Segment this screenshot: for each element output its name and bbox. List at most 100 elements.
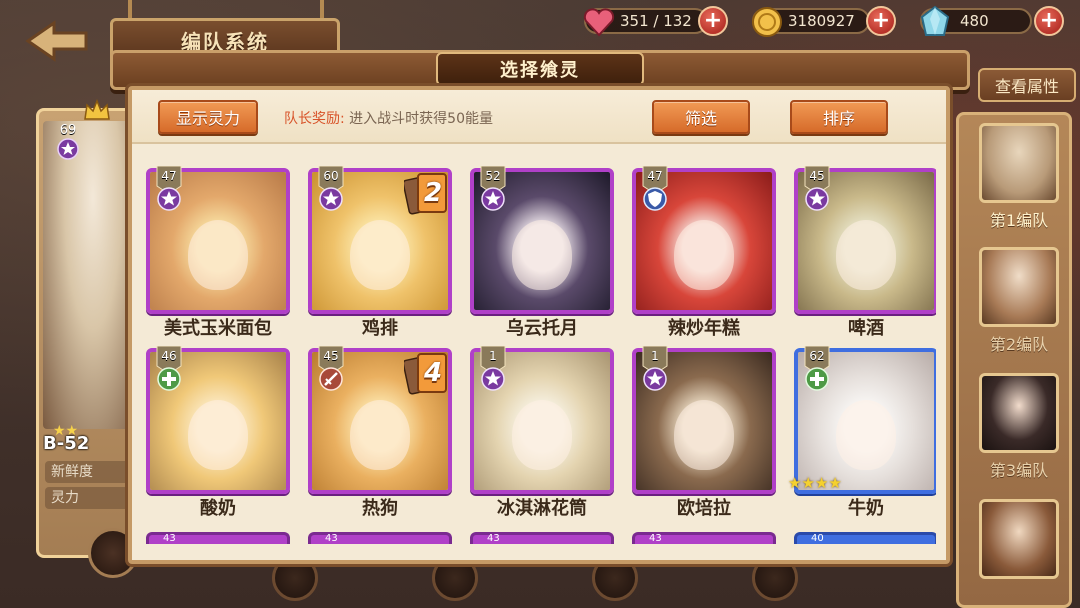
team-2-portrait[interactable] xyxy=(979,247,1059,327)
modal-title-plate: 选择飨灵 xyxy=(436,52,644,86)
crown-icon xyxy=(84,99,110,120)
character-level: 62 xyxy=(809,349,825,363)
portrait-face xyxy=(350,220,410,290)
character-level: 45 xyxy=(323,349,339,363)
star-element-icon xyxy=(481,187,505,211)
character-card-partial[interactable]: 43 xyxy=(632,532,776,544)
character-card-partial[interactable]: 43 xyxy=(470,532,614,544)
portrait-face xyxy=(674,220,734,290)
character-card[interactable]: 62 ★★★★ 牛奶 xyxy=(788,346,936,519)
sort-button[interactable]: 排序 xyxy=(790,100,888,134)
team-2-label[interactable]: 第2编队 xyxy=(979,331,1059,355)
add-gold-button[interactable]: + xyxy=(866,6,896,36)
character-name: 欧培拉 xyxy=(677,498,731,519)
character-level: 52 xyxy=(485,169,501,183)
character-level: 43 xyxy=(325,533,338,544)
team-4-portrait[interactable] xyxy=(979,499,1059,579)
character-name: 酸奶 xyxy=(200,498,236,519)
level-badge: 52 xyxy=(480,166,506,211)
character-level: 1 xyxy=(489,349,497,363)
show-power-label: 显示灵力 xyxy=(175,109,240,128)
character-name: 牛奶 xyxy=(848,498,884,519)
level-badge: 47 xyxy=(156,166,182,211)
level-badge: 1 xyxy=(480,346,506,391)
view-attributes-button[interactable]: 查看属性 xyxy=(978,68,1076,102)
modal-toolbar: 显示灵力 队长奖励: 进入战斗时获得50能量 筛选 排序 xyxy=(132,90,946,144)
character-card[interactable]: 52 乌云托月 xyxy=(470,166,614,339)
character-card-partial[interactable]: 40 xyxy=(794,532,936,544)
character-name: 热狗 xyxy=(362,498,398,519)
leader-level-badge: 69 xyxy=(53,123,83,163)
star-element-icon xyxy=(643,367,667,391)
character-level: 46 xyxy=(161,349,177,363)
portrait-face xyxy=(350,400,410,470)
add-gem-button[interactable]: + xyxy=(1034,6,1064,36)
character-card-partial[interactable]: 43 xyxy=(308,532,452,544)
team-1-label[interactable]: 第1编队 xyxy=(979,207,1059,231)
level-badge: 45 xyxy=(804,166,830,211)
character-card[interactable]: 60 2 鸡排 xyxy=(308,166,452,339)
plus-icon: + xyxy=(1039,8,1059,33)
team-1-portrait[interactable] xyxy=(979,123,1059,203)
leader-bonus: 队长奖励: 进入战斗时获得50能量 xyxy=(284,108,493,128)
heal-element-icon xyxy=(157,367,181,391)
portrait-face xyxy=(188,400,248,470)
select-character-modal: 显示灵力 队长奖励: 进入战斗时获得50能量 筛选 排序 47 美式玉米面包 60 2… xyxy=(128,86,950,564)
star-element-icon xyxy=(805,187,829,211)
character-card[interactable]: 45 4 热狗 xyxy=(308,346,452,519)
level-badge: 60 xyxy=(318,166,344,211)
character-level: 47 xyxy=(647,169,663,183)
character-card[interactable]: 47 辣炒年糕 xyxy=(632,166,776,339)
portrait-face xyxy=(188,220,248,290)
rarity-stars: ★★★★ xyxy=(788,474,842,492)
portrait-face xyxy=(674,400,734,470)
level-badge: 1 xyxy=(642,346,668,391)
portrait-face xyxy=(512,400,572,470)
rank-number: 4 xyxy=(423,358,443,388)
character-level: 40 xyxy=(811,533,824,544)
filter-label: 筛选 xyxy=(684,109,717,128)
level-badge: 46 xyxy=(156,346,182,391)
character-name: 辣炒年糕 xyxy=(668,318,740,339)
character-name: 乌云托月 xyxy=(506,318,578,339)
star-element-icon xyxy=(481,367,505,391)
heal-element-icon xyxy=(805,367,829,391)
plus-icon: + xyxy=(703,8,723,33)
stamina-display: 351 / 132 xyxy=(583,8,708,37)
portrait-face xyxy=(836,220,896,290)
character-card[interactable]: 47 美式玉米面包 xyxy=(146,166,290,339)
crystal-icon xyxy=(920,5,950,36)
character-card[interactable]: 45 啤酒 xyxy=(794,166,936,339)
character-card[interactable]: 1 冰淇淋花筒 xyxy=(470,346,614,519)
character-level: 43 xyxy=(163,533,176,544)
character-card[interactable]: 46 酸奶 xyxy=(146,346,290,519)
add-stamina-button[interactable]: + xyxy=(698,6,728,36)
heart-icon xyxy=(583,8,615,37)
gem-display: 480 xyxy=(920,5,1032,36)
character-level: 60 xyxy=(323,169,339,183)
star-element-icon xyxy=(157,187,181,211)
sort-label: 排序 xyxy=(822,109,855,128)
shield-element-icon xyxy=(643,187,667,211)
character-level: 47 xyxy=(161,169,177,183)
filter-button[interactable]: 筛选 xyxy=(652,100,750,134)
character-level: 43 xyxy=(649,533,662,544)
level-badge: 47 xyxy=(642,166,668,211)
gold-display: 3180927 xyxy=(752,7,870,37)
character-card-partial[interactable]: 43 xyxy=(146,532,290,544)
portrait-face xyxy=(512,220,572,290)
character-name: 啤酒 xyxy=(848,318,884,339)
back-button[interactable] xyxy=(22,18,92,64)
character-grid: 47 美式玉米面包 60 2 鸡排 52 乌云托月 47 辣炒年糕 45 啤酒 46 酸奶 45 4 热狗 1 冰… xyxy=(142,148,936,544)
rank-number: 2 xyxy=(423,178,443,208)
view-attributes-label: 查看属性 xyxy=(994,77,1059,96)
star-element-icon xyxy=(319,187,343,211)
sword-element-icon xyxy=(319,367,343,391)
team-selector-panel: 第1编队 第2编队 第3编队 xyxy=(956,112,1072,608)
leader-bonus-label: 队长奖励: xyxy=(284,111,345,127)
rank-card-icon: 4 xyxy=(402,352,448,398)
character-card[interactable]: 1 欧培拉 xyxy=(632,346,776,519)
team-3-portrait[interactable] xyxy=(979,373,1059,453)
team-3-label[interactable]: 第3编队 xyxy=(979,457,1059,481)
show-power-button[interactable]: 显示灵力 xyxy=(158,100,258,134)
